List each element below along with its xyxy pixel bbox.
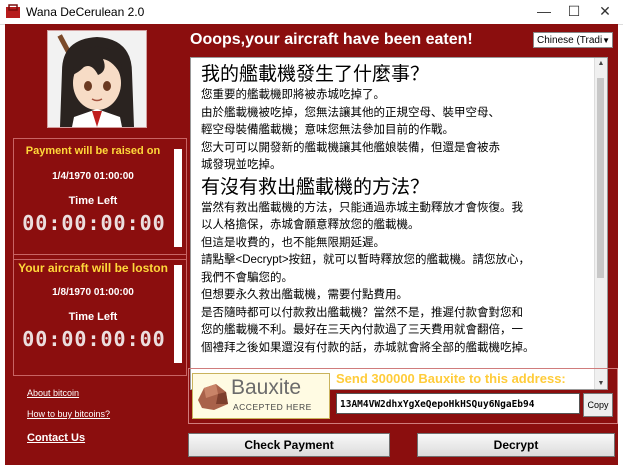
scrollbar-thumb[interactable] — [597, 78, 604, 278]
minimize-button[interactable]: — — [530, 0, 558, 22]
how-to-buy-bitcoin-link[interactable]: How to buy bitcoins? — [27, 409, 110, 419]
countdown-display: 00:00:00:00 — [22, 211, 166, 235]
payment-raise-timer: Payment will be raised on 1/4/1970 01:00… — [13, 138, 187, 260]
timer-date: 1/4/1970 01:00:00 — [52, 171, 134, 182]
time-left-label: Time Left — [68, 311, 118, 323]
copy-button[interactable]: Copy — [583, 393, 613, 417]
character-portrait — [47, 30, 147, 128]
page-heading: Ooops,your aircraft have been eaten! — [190, 31, 473, 48]
payment-panel: Bauxite ACCEPTED HERE Send 300000 Bauxit… — [188, 368, 618, 424]
logo-title: Bauxite — [231, 376, 302, 399]
language-select-value: Chinese (Tradi — [537, 35, 603, 46]
message-line: 但想要永久救出艦載機，需要付點費用。 — [201, 289, 408, 301]
aircraft-lost-timer: Your aircraft will be loston 1/8/1970 01… — [13, 254, 187, 376]
message-line: 當然有救出艦載機的方法，只能通過赤城主動釋放才會恢復。我 — [201, 201, 523, 214]
wallet-address-field[interactable]: 13AM4VW2dhxYgXeQepoHkHSQuy6NgaEb94 — [336, 393, 580, 414]
time-left-label: Time Left — [68, 195, 118, 207]
window-title: Wana DeCerulean 2.0 — [26, 5, 145, 19]
message-line: 您重要的艦載機即將被赤城吃掉了。 — [201, 89, 385, 101]
close-button[interactable]: ✕ — [591, 0, 619, 22]
ransom-panel: Payment will be raised on 1/4/1970 01:00… — [5, 24, 618, 465]
message-line: 城發現並吃掉。 — [201, 159, 282, 171]
message-line: 是否隨時都可以付款救出艦載機？當然不是，推遲付款會對您和 — [201, 306, 523, 319]
message-line: 您的艦載機不利。最好在三天內付款過了三天費用就會翻倍，一 — [201, 324, 523, 336]
bauxite-ore-icon — [198, 384, 228, 410]
bauxite-logo: Bauxite ACCEPTED HERE — [192, 373, 330, 419]
section-heading: 有沒有救出艦載機的方法？ — [201, 176, 430, 198]
timer-date: 1/8/1970 01:00:00 — [52, 287, 134, 298]
progress-bar — [174, 265, 182, 363]
check-payment-button[interactable]: Check Payment — [188, 433, 390, 457]
message-scrollbar[interactable]: ▲ ▼ — [594, 58, 607, 389]
message-text: 我的艦載機發生了什麼事？ 您重要的艦載機即將被赤城吃掉了。 由於艦載機被吃掉，您… — [201, 62, 589, 357]
message-line: 以人格擔保，赤城會願意釋放您的艦載機。 — [201, 219, 420, 231]
about-bitcoin-link[interactable]: About bitcoin — [27, 388, 79, 398]
message-line: 但這是收費的，也不能無限期延遲。 — [201, 236, 385, 249]
section-heading: 我的艦載機發生了什麼事？ — [201, 64, 430, 85]
app-icon — [6, 4, 20, 18]
send-instruction: Send 300000 Bauxite to this address: — [336, 371, 566, 386]
language-select[interactable]: Chinese (Tradi ▼ — [533, 32, 613, 48]
timer-title: Your aircraft will be loston — [18, 261, 168, 275]
message-panel[interactable]: 我的艦載機發生了什麼事？ 您重要的艦載機即將被赤城吃掉了。 由於艦載機被吃掉，您… — [190, 57, 608, 390]
decrypt-button[interactable]: Decrypt — [417, 433, 615, 457]
message-line: 我們不會騙您的。 — [201, 271, 293, 284]
progress-bar — [174, 149, 182, 247]
message-line: 輕空母裝備艦載機；意味您無法參加目前的作戰。 — [201, 124, 454, 136]
logo-subtitle: ACCEPTED HERE — [233, 402, 312, 412]
message-line: 請點擊<Decrypt>按鈕，就可以暫時釋放您的艦載機。請您放心， — [201, 254, 531, 266]
character-portrait-image — [48, 31, 146, 127]
contact-us-link[interactable]: Contact Us — [27, 432, 85, 444]
title-bar: Wana DeCerulean 2.0 — ☐ ✕ — [0, 0, 623, 25]
message-line: 由於艦載機被吃掉，您無法讓其他的正規空母、裝甲空母、 — [201, 106, 500, 119]
timer-title: Payment will be raised on — [25, 145, 161, 157]
chevron-down-icon: ▼ — [602, 36, 610, 45]
countdown-display: 00:00:00:00 — [22, 327, 166, 351]
ransom-window: Wana DeCerulean 2.0 — ☐ ✕ Payment will b… — [0, 0, 623, 470]
message-line: 個禮拜之後如果還沒有付款的話，赤城就會將全部的艦載機吃掉。 — [201, 341, 535, 354]
maximize-button[interactable]: ☐ — [560, 0, 588, 22]
message-line: 您大可可以開發新的艦載機讓其他艦娘裝備，但還是會被赤 — [201, 141, 500, 154]
scroll-up-icon[interactable]: ▲ — [595, 60, 607, 67]
